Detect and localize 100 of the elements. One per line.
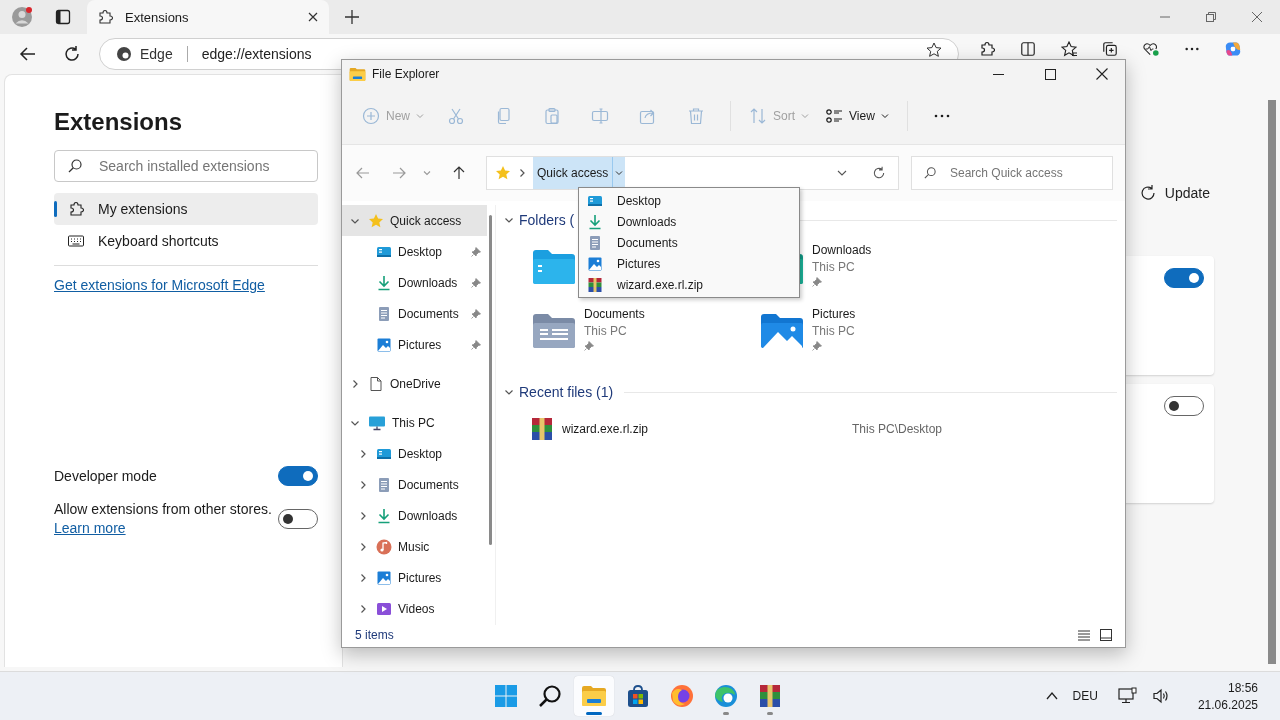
file-name[interactable]: wizard.exe.rl.zip	[562, 422, 844, 436]
toggle-switch[interactable]	[278, 508, 318, 529]
nav-tree-item[interactable]: Downloads	[342, 267, 487, 298]
nav-tree-item[interactable]: Pictures	[342, 329, 487, 360]
close-icon[interactable]	[307, 11, 319, 23]
details-view-icon[interactable]	[1077, 628, 1091, 642]
update-button[interactable]: Update	[1134, 178, 1214, 208]
page-icon	[368, 375, 384, 392]
keyboard-icon	[68, 235, 84, 247]
address-bar[interactable]: Quick access	[486, 156, 899, 190]
puzzle-icon	[97, 9, 113, 25]
nav-tree-item[interactable]: Documents	[342, 469, 487, 500]
nav-tree-item[interactable]: Quick access	[342, 205, 487, 236]
folder-name[interactable]: Documents	[584, 307, 645, 321]
browser-swirl-icon	[714, 684, 738, 708]
shopping-bag-icon	[626, 684, 650, 708]
menu-item[interactable]: wizard.exe.rl.zip	[579, 274, 799, 295]
chevron-icon	[350, 378, 360, 389]
dropdown-button[interactable]	[612, 157, 626, 189]
archive-icon	[758, 684, 782, 708]
picture-icon	[587, 255, 603, 272]
chevron-icon	[358, 572, 368, 583]
folder-icon	[581, 685, 607, 707]
folder-location: This PC	[812, 260, 856, 274]
nav-tree-item[interactable]: Desktop	[342, 438, 487, 469]
nav-tree-item[interactable]: Videos	[342, 593, 487, 624]
folder-icon	[532, 249, 576, 285]
document-icon	[587, 234, 603, 251]
up-arrow-icon[interactable]	[452, 166, 466, 180]
chevron-icon	[358, 603, 368, 614]
nav-tree-item[interactable]: Pictures	[342, 562, 487, 593]
nav-tree-item[interactable]: OneDrive	[342, 368, 487, 399]
learn-more-link[interactable]: Learn more	[54, 520, 126, 536]
get-extensions-link[interactable]: Get extensions for Microsoft Edge	[54, 277, 265, 293]
nav-tree-item[interactable]: This PC	[342, 407, 487, 438]
scrollbar-thumb[interactable]	[489, 215, 492, 545]
setting-label: Developer mode	[54, 468, 157, 484]
folder-location: This PC	[812, 324, 856, 338]
restore-icon[interactable]	[1205, 11, 1217, 23]
nav-tree-item[interactable]: Documents	[342, 298, 487, 329]
toolbar-menu-button[interactable]: View	[819, 98, 895, 134]
search-field[interactable]: Search Quick access	[911, 156, 1113, 190]
search-icon	[68, 159, 82, 173]
file-location: This PC\Desktop	[852, 422, 943, 436]
caret-icon	[880, 112, 889, 120]
scrollbar-thumb[interactable]	[1268, 100, 1276, 664]
nav-tree-item[interactable]: Downloads	[342, 500, 487, 531]
folder-name[interactable]: Downloads	[812, 243, 872, 257]
toggle-switch[interactable]	[1164, 268, 1204, 288]
folder-name[interactable]: Pictures	[812, 307, 856, 321]
menu-item[interactable]: Downloads	[579, 211, 799, 232]
archive-icon	[587, 276, 603, 293]
split-screen-icon[interactable]	[1020, 41, 1036, 57]
new-tab-icon[interactable]	[344, 9, 360, 25]
heart-pulse-icon[interactable]	[1143, 41, 1159, 57]
star-outline-icon[interactable]	[926, 42, 942, 58]
document-icon	[376, 476, 392, 493]
nav-tree-item[interactable]: Music	[342, 531, 487, 562]
clock[interactable]: 18:56 21.06.2025	[1197, 680, 1258, 712]
section-heading[interactable]: Recent files (1)	[519, 384, 614, 400]
download-arrow-icon	[376, 507, 392, 524]
menu-item[interactable]: Documents	[579, 232, 799, 253]
breadcrumb[interactable]: Quick access	[533, 157, 613, 189]
folder-icon	[532, 313, 576, 349]
nav-tree-item[interactable]: Desktop	[342, 236, 487, 267]
assistant-logo-icon[interactable]	[1225, 41, 1241, 57]
document-icon	[376, 305, 392, 322]
nav-item[interactable]: My extensions	[54, 193, 318, 225]
browser-tab[interactable]: Extensions	[87, 0, 329, 34]
tiles-view-icon[interactable]	[1099, 628, 1113, 642]
toggle-switch[interactable]	[1164, 396, 1204, 416]
network-icon[interactable]	[1117, 687, 1138, 705]
profile-avatar[interactable]	[11, 6, 33, 28]
refresh-icon	[1138, 184, 1157, 202]
chevron-icon	[358, 448, 368, 459]
puzzle-icon	[68, 201, 84, 217]
forward-arrow-icon[interactable]	[392, 166, 406, 180]
picture-icon	[376, 569, 392, 586]
music-note-icon	[376, 538, 392, 555]
chevron-icon	[358, 510, 368, 521]
search-field[interactable]: Search installed extensions	[54, 150, 318, 182]
setting-label: Allow extensions from other stores.	[54, 501, 272, 517]
section-heading[interactable]: Folders (	[519, 212, 575, 228]
language-indicator[interactable]: DEU	[1072, 689, 1098, 703]
archive-icon	[530, 417, 554, 441]
refresh-icon[interactable]	[872, 166, 886, 180]
menu-item[interactable]: Desktop	[579, 190, 799, 211]
nav-item[interactable]: Keyboard shortcuts	[54, 225, 318, 257]
volume-icon[interactable]	[1151, 687, 1170, 705]
refresh-icon[interactable]	[63, 45, 81, 63]
chevron-icon	[504, 215, 514, 225]
collections-icon[interactable]	[1102, 41, 1118, 57]
close-icon	[1096, 68, 1108, 80]
favorites-icon[interactable]	[1061, 41, 1077, 57]
puzzle-icon[interactable]	[979, 41, 995, 57]
back-arrow-icon[interactable]	[19, 45, 37, 63]
menu-item[interactable]: Pictures	[579, 253, 799, 274]
toggle-switch[interactable]	[278, 466, 318, 486]
chevron-icon	[517, 168, 527, 178]
tab-actions-icon[interactable]	[55, 9, 71, 25]
